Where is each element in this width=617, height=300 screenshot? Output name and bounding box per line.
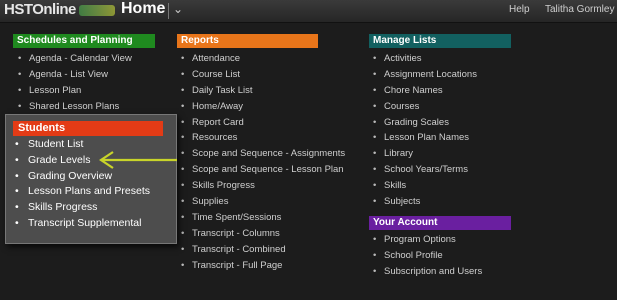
menu-item[interactable]: • Grading Overview [15, 169, 150, 185]
menu-item[interactable]: • Program Options [373, 232, 482, 248]
manage-lists-heading: Manage Lists [369, 34, 511, 48]
menu-item[interactable]: • Transcript Supplemental [15, 216, 150, 232]
reports-list: • Attendance • Course List • Daily Task Lis… [181, 51, 345, 273]
logo-mark-icon [79, 5, 115, 16]
menu-item[interactable]: • School Years/Terms [373, 162, 477, 178]
menu-item[interactable]: • Subscription and Users [373, 264, 482, 280]
menu-item[interactable]: • Lesson Plan [18, 83, 132, 99]
menu-item[interactable]: • Agenda - List View [18, 67, 132, 83]
menu-item[interactable]: • Supplies [181, 194, 345, 210]
menu-item[interactable]: • Lesson Plans and Presets [15, 184, 150, 200]
top-bar: HSTOnline Home ⌄ Help Talitha Gormley [0, 0, 617, 23]
menu-item[interactable]: • Courses [373, 99, 477, 115]
user-name-link[interactable]: Talitha Gormley [545, 4, 614, 15]
menu-item[interactable]: • Attendance [181, 51, 345, 67]
menu-item[interactable]: • Assignment Locations [373, 67, 477, 83]
manage-lists-list: • Activities • Assignment Locations • Chore… [373, 51, 477, 210]
menu-item[interactable]: • Shared Lesson Plans [18, 99, 132, 115]
schedules-heading: Schedules and Planning [13, 34, 155, 48]
menu-item[interactable]: • Time Spent/Sessions [181, 210, 345, 226]
menu-item[interactable]: • Skills [373, 178, 477, 194]
menu-item[interactable]: • Skills Progress [181, 178, 345, 194]
menu-item[interactable]: • Resources [181, 130, 345, 146]
menu-item[interactable]: • Library [373, 146, 477, 162]
schedules-list: • Agenda - Calendar View • Agenda - List V… [18, 51, 132, 115]
menu-item[interactable]: • Scope and Sequence - Lesson Plan [181, 162, 345, 178]
menu-item[interactable]: • Transcript - Columns [181, 226, 345, 242]
reports-heading: Reports [177, 34, 318, 48]
menu-item[interactable]: • Report Card [181, 115, 345, 131]
menu-item[interactable]: • School Profile [373, 248, 482, 264]
menu-item[interactable]: • Activities [373, 51, 477, 67]
page-title: Home [121, 0, 166, 17]
menu-item[interactable]: • Agenda - Calendar View [18, 51, 132, 67]
chevron-down-icon[interactable]: ⌄ [173, 2, 183, 16]
menu-item[interactable]: • Home/Away [181, 99, 345, 115]
menu-item[interactable]: • Lesson Plan Names [373, 130, 477, 146]
menu-item[interactable]: • Skills Progress [15, 200, 150, 216]
help-link[interactable]: Help [509, 4, 530, 15]
menu-item[interactable]: • Scope and Sequence - Assignments [181, 146, 345, 162]
title-divider [168, 3, 169, 19]
students-heading: Students [13, 121, 163, 136]
your-account-list: • Program Options • School Profile • Subscr… [373, 232, 482, 280]
menu-item[interactable]: • Chore Names [373, 83, 477, 99]
app-logo[interactable]: HSTOnline [4, 1, 76, 18]
your-account-heading: Your Account [369, 216, 511, 230]
menu-item[interactable]: • Grading Scales [373, 115, 477, 131]
menu-item[interactable]: • Course List [181, 67, 345, 83]
menu-item[interactable]: • Transcript - Combined [181, 242, 345, 258]
menu-item[interactable]: • Subjects [373, 194, 477, 210]
menu-item[interactable]: • Daily Task List [181, 83, 345, 99]
students-popup: Students • Student List • Grade Levels • Gr… [5, 114, 177, 244]
pointer-arrow-icon [99, 151, 177, 169]
menu-item[interactable]: • Transcript - Full Page [181, 258, 345, 274]
